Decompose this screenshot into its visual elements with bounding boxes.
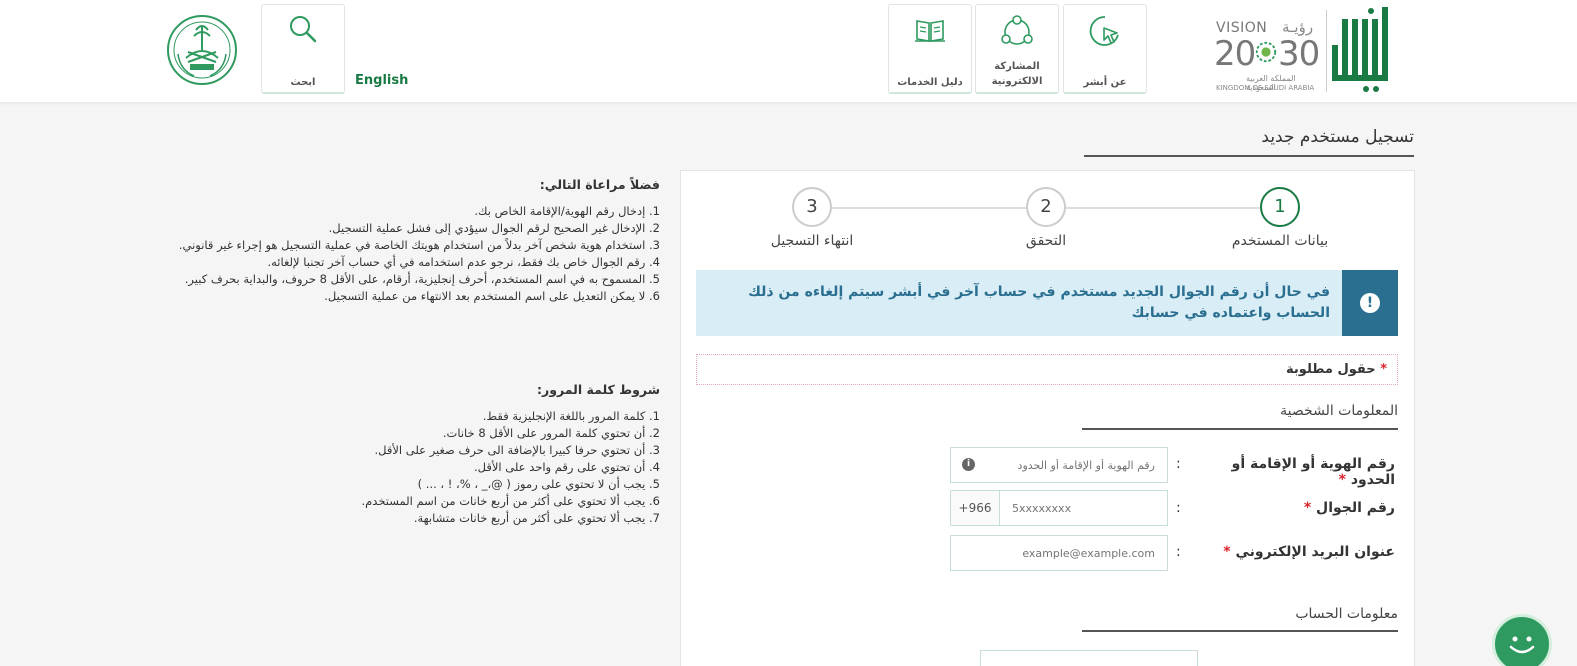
- note-item: 3. استخدام هوية شخص آخر بدلاً من استخدام…: [178, 238, 660, 252]
- mobile-warning-alert: ! في حال أن رقم الجوال الجديد مستخدم في …: [696, 270, 1398, 336]
- password-rule-item: 4. أن تحتوي على رقم واحد على الأقل.: [474, 460, 660, 474]
- mobile-field-colon: :: [1176, 500, 1181, 516]
- password-rule-item: 2. أن تحتوي كلمة المرور على الأقل 8 خانا…: [442, 426, 660, 440]
- password-rules-title: شروط كلمة المرور:: [537, 382, 660, 397]
- note-item: 5. المسموح به في اسم المستخدم، أحرف إنجل…: [184, 272, 660, 286]
- email-field-colon: :: [1176, 544, 1181, 560]
- page-title: تسجيل مستخدم جديد: [1261, 127, 1414, 147]
- id-number-input[interactable]: [950, 447, 1168, 483]
- vision-2030-logo: VISION رؤيـة 20 30 المملكة العربية السعو…: [1212, 18, 1324, 94]
- mobile-field-label: رقم الجوال *: [1303, 500, 1395, 516]
- chat-support-button[interactable]: [1492, 614, 1552, 666]
- email-input[interactable]: [950, 535, 1168, 571]
- step-3-circle: 3: [792, 187, 832, 227]
- vision-year-right: 30: [1278, 34, 1320, 74]
- alert-text: في حال أن رقم الجوال الجديد مستخدم في حس…: [748, 284, 1330, 321]
- username-input[interactable]: [980, 650, 1198, 666]
- logo-divider: [1326, 10, 1327, 92]
- cursor-click-icon: [1089, 16, 1119, 46]
- note-item: 6. لا يمكن التعديل على اسم المستخدم بعد …: [324, 289, 660, 303]
- vision-emblem-icon: [1255, 41, 1277, 63]
- nav-about-absher[interactable]: عن أبشر: [1063, 4, 1147, 94]
- password-rule-item: 6. يجب ألا تحتوي على أكثر من أربع خانات …: [361, 494, 660, 508]
- english-language-link[interactable]: English: [355, 73, 408, 88]
- personal-info-title: المعلومات الشخصية: [1280, 403, 1398, 419]
- smile-chat-icon: [1509, 636, 1535, 654]
- password-rule-item: 3. أن تحتوي حرفا كبيرا بالإضافة الى حرف …: [374, 443, 660, 457]
- absher-logo[interactable]: [1328, 5, 1392, 93]
- password-rule-item: 5. يجب أن لا تحتوي على رموز ( @،_ ، %، !…: [417, 477, 660, 491]
- mobile-number-input[interactable]: [999, 490, 1168, 526]
- email-field-label: عنوان البريد الإلكتروني *: [1223, 544, 1395, 560]
- country-code-prefix: +966: [950, 490, 1000, 526]
- step-1-label: بيانات المستخدم: [1231, 233, 1329, 249]
- personal-info-underline: [1082, 428, 1398, 430]
- page-title-underline: [1084, 155, 1414, 157]
- step-2-label: التحقق: [1025, 233, 1067, 249]
- account-info-title: معلومات الحساب: [1295, 606, 1398, 622]
- note-item: 2. الإدخال غير الصحيح لرقم الجوال سيؤدي …: [328, 221, 660, 235]
- required-fields-note: * حقول مطلوبة: [696, 354, 1398, 385]
- search-label: ابحث: [290, 77, 316, 88]
- id-field-label: رقم الهوية أو الإقامة أو الحدود *: [1231, 456, 1395, 488]
- ministry-emblem-logo: [167, 15, 237, 85]
- notes-title: فضلاً مراعاة التالي:: [539, 177, 660, 192]
- note-item: 1. إدخال رقم الهوية/الإقامة الخاص بك.: [474, 204, 660, 218]
- required-star: *: [1380, 362, 1387, 377]
- required-fields-text: حقول مطلوبة: [1286, 362, 1376, 377]
- search-button[interactable]: ابحث: [261, 4, 345, 94]
- password-rule-item: 1. كلمة المرور باللغة الإنجليزية فقط.: [482, 409, 660, 423]
- nav-services-guide[interactable]: دليل الخدمات: [888, 4, 972, 94]
- step-2-circle: 2: [1026, 187, 1066, 227]
- search-icon: [290, 16, 317, 43]
- password-rules: شروط كلمة المرور: 1. كلمة المرور باللغة …: [170, 381, 660, 527]
- nav-services-guide-label: دليل الخدمات: [897, 77, 963, 88]
- vision-kingdom-en: KINGDOM OF SAUDI ARABIA: [1216, 84, 1315, 92]
- nav-about-absher-label: عن أبشر: [1083, 77, 1127, 88]
- network-icon: [1001, 15, 1033, 45]
- id-field-colon: :: [1176, 456, 1181, 472]
- account-info-underline: [1082, 630, 1398, 632]
- book-icon: [915, 20, 945, 42]
- nav-e-participation-label: المشاركة الالكترونية: [991, 61, 1043, 87]
- nav-e-participation[interactable]: المشاركة الالكترونية: [975, 4, 1059, 94]
- alert-icon-box: !: [1342, 270, 1398, 336]
- info-icon[interactable]: i: [962, 458, 975, 471]
- note-item: 4. رقم الجوال خاص بك فقط، نرجو عدم استخد…: [267, 255, 660, 269]
- registration-notes: فضلاً مراعاة التالي: 1. إدخال رقم الهوية…: [170, 176, 660, 305]
- vision-year-left: 20: [1214, 34, 1256, 74]
- step-3-label: انتهاء التسجيل: [770, 233, 854, 249]
- step-1-circle: 1: [1260, 187, 1300, 227]
- password-rule-item: 7. يجب ألا تحتوي على أكثر من أربع خانات …: [413, 511, 660, 525]
- exclamation-icon: !: [1360, 293, 1380, 313]
- site-header: VISION رؤيـة 20 30 المملكة العربية السعو…: [0, 0, 1577, 102]
